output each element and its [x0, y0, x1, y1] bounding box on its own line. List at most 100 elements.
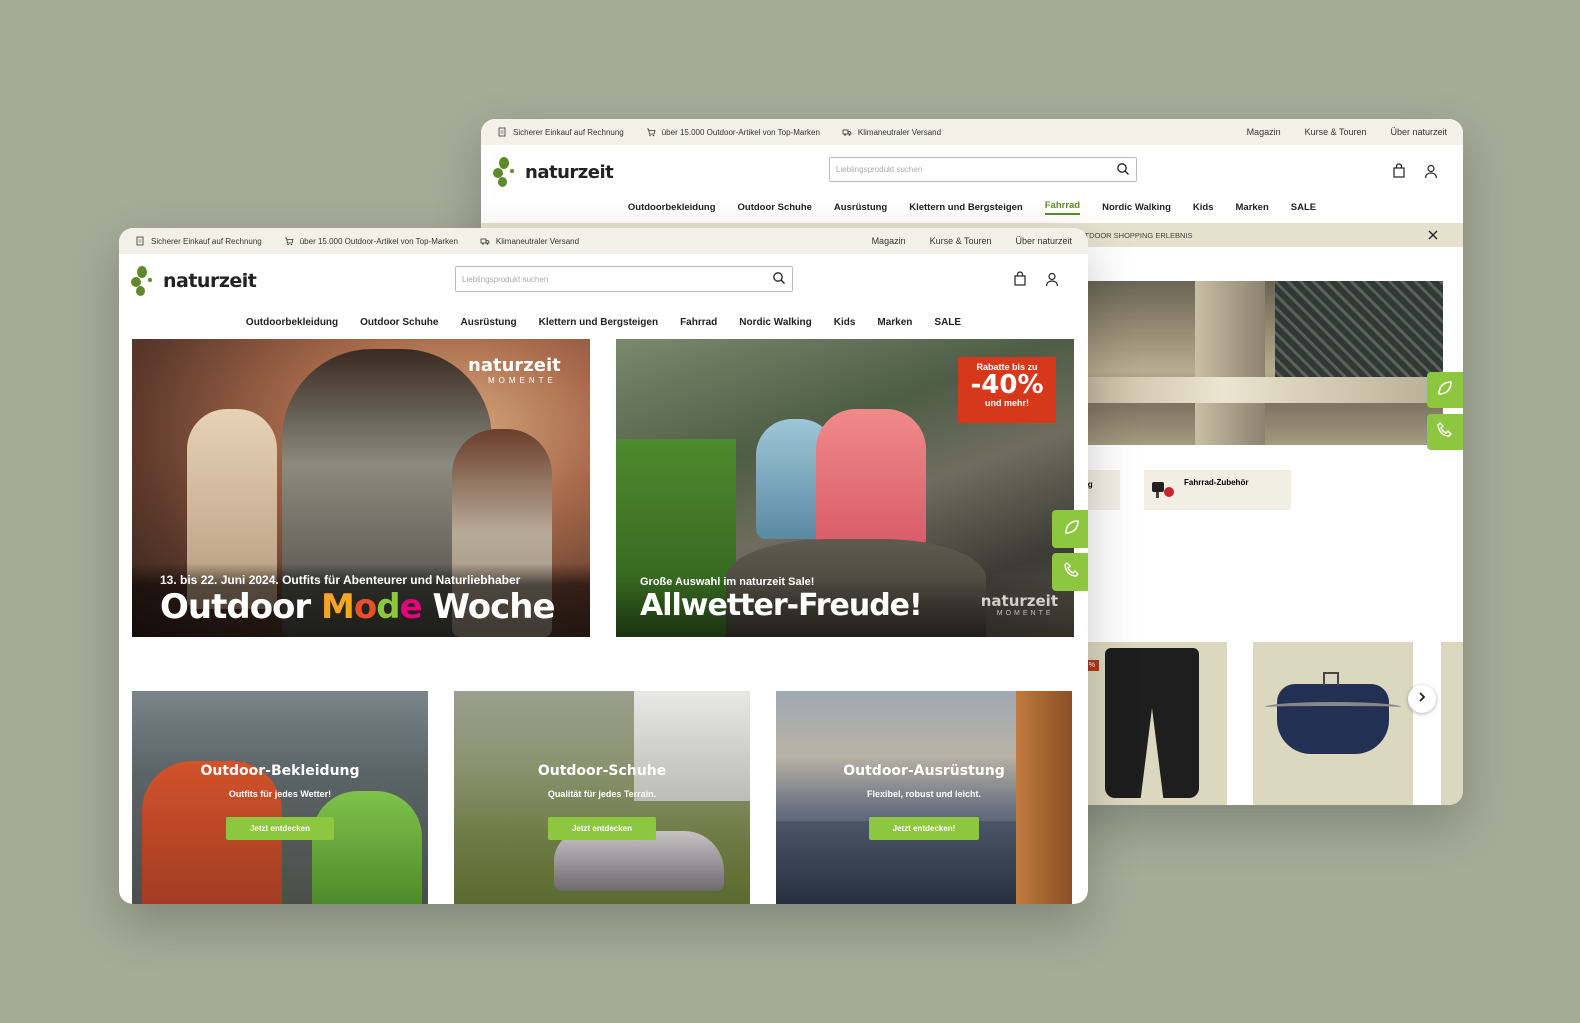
- nav-outdoor-schuhe[interactable]: Outdoor Schuhe: [360, 317, 438, 328]
- tile-outdoor-ausruestung[interactable]: Outdoor-Ausrüstung Flexibel, robust und …: [776, 691, 1072, 904]
- truck-icon: [480, 236, 490, 246]
- tile-subtitle: Flexibel, robust und leicht.: [866, 789, 981, 799]
- meta-link-kurse[interactable]: Kurse & Touren: [1305, 127, 1367, 137]
- hero1-title-m: M: [321, 587, 355, 627]
- tile-subtitle: Outfits für jedes Wetter!: [228, 789, 332, 799]
- nav-outdoorbekleidung[interactable]: Outdoorbekleidung: [628, 202, 716, 213]
- search-icon[interactable]: [772, 271, 786, 287]
- logo-mark-icon: [131, 264, 161, 298]
- nav-klettern[interactable]: Klettern und Bergsteigen: [539, 317, 658, 328]
- close-icon[interactable]: [1427, 229, 1439, 241]
- carousel-next-button[interactable]: [1408, 685, 1436, 713]
- hero1-title-o: o: [353, 587, 377, 627]
- meta-link-kurse[interactable]: Kurse & Touren: [930, 236, 992, 246]
- usp-articles: über 15.000 Outdoor-Artikel von Top-Mark…: [284, 236, 458, 246]
- logo[interactable]: naturzeit: [131, 264, 257, 298]
- usp-invoice: Sicherer Einkauf auf Rechnung: [497, 127, 624, 137]
- user-icon[interactable]: [1044, 271, 1060, 292]
- usp-bar: Sicherer Einkauf auf Rechnung über 15.00…: [481, 119, 1463, 145]
- phone-icon: [1435, 420, 1455, 445]
- front-browser-window: Sicherer Einkauf auf Rechnung über 15.00…: [119, 228, 1088, 904]
- person-pink-image: [816, 409, 926, 549]
- category-accessory-label: Fahrrad-Zubehör: [1184, 478, 1249, 487]
- meta-link-magazin[interactable]: Magazin: [872, 236, 906, 246]
- nav-ausruestung[interactable]: Ausrüstung: [460, 317, 516, 328]
- nav-outdoorbekleidung[interactable]: Outdoorbekleidung: [246, 317, 338, 328]
- usp-articles-text: über 15.000 Outdoor-Artikel von Top-Mark…: [299, 236, 458, 246]
- sale-badge: Rabatte bis zu -40% und mehr!: [958, 357, 1056, 423]
- tile-title: Outdoor-Bekleidung: [200, 763, 360, 779]
- site-header: naturzeit Lieblingsprodukt suchen: [481, 145, 1463, 197]
- nav-marken[interactable]: Marken: [1236, 202, 1269, 213]
- main-nav: Outdoorbekleidung Outdoor Schuhe Ausrüst…: [119, 312, 1088, 332]
- usp-invoice: Sicherer Einkauf auf Rechnung: [135, 236, 262, 246]
- nav-sale[interactable]: SALE: [1291, 202, 1316, 213]
- tile-cta-button[interactable]: Jetzt entdecken: [547, 817, 657, 840]
- nav-klettern[interactable]: Klettern und Bergsteigen: [909, 202, 1023, 213]
- bag-icon[interactable]: [1012, 271, 1028, 292]
- usp-bar: Sicherer Einkauf auf Rechnung über 15.00…: [119, 228, 1088, 254]
- usp-articles-text: über 15.000 Outdoor-Artikel von Top-Mark…: [661, 127, 820, 137]
- tile-cta-button[interactable]: Jetzt entdecken!: [868, 817, 980, 840]
- user-icon[interactable]: [1423, 163, 1439, 184]
- logo-text: naturzeit: [163, 270, 257, 292]
- usp-shipping: Klimaneutraler Versand: [842, 127, 941, 137]
- contact-phone-button[interactable]: [1427, 414, 1463, 450]
- meta-link-about[interactable]: Über naturzeit: [1015, 236, 1072, 246]
- sale-badge-percent: -40%: [970, 370, 1044, 400]
- cycling-shorts-image: [1105, 648, 1199, 798]
- chevron-right-icon: [1416, 690, 1428, 708]
- cart-icon: [646, 127, 656, 137]
- bike-light-icon: [1150, 478, 1176, 500]
- tile-outdoor-bekleidung[interactable]: Outdoor-Bekleidung Outfits für jedes Wet…: [132, 691, 428, 904]
- hero1-title-e: e: [399, 587, 423, 627]
- nav-ausruestung[interactable]: Ausrüstung: [834, 202, 887, 213]
- usp-articles: über 15.000 Outdoor-Artikel von Top-Mark…: [646, 127, 820, 137]
- hero1-title-part-a: Outdoor: [160, 587, 322, 627]
- logo-text: naturzeit: [525, 161, 614, 183]
- hero1-title: Outdoor Mode Woche: [160, 587, 562, 627]
- leaf-icon: [1435, 378, 1455, 403]
- nav-kids[interactable]: Kids: [1193, 202, 1214, 213]
- logo[interactable]: naturzeit: [493, 155, 614, 189]
- contact-phone-button[interactable]: [1052, 553, 1088, 591]
- search-icon[interactable]: [1116, 162, 1130, 178]
- document-icon: [135, 236, 145, 246]
- bag-icon[interactable]: [1391, 163, 1407, 184]
- tile-cta-button[interactable]: Jetzt entdecken: [225, 817, 335, 840]
- tile-title: Outdoor-Ausrüstung: [843, 763, 1005, 779]
- nav-nordic-walking[interactable]: Nordic Walking: [739, 317, 811, 328]
- meta-link-about[interactable]: Über naturzeit: [1390, 127, 1447, 137]
- nav-marken[interactable]: Marken: [877, 317, 912, 328]
- nav-outdoor-schuhe[interactable]: Outdoor Schuhe: [738, 202, 812, 213]
- hero-outdoor-mode-woche[interactable]: naturzeit MOMENTE 13. bis 22. Juni 2024.…: [132, 339, 590, 637]
- main-nav: Outdoorbekleidung Outdoor Schuhe Ausrüst…: [481, 197, 1463, 217]
- tile-outdoor-schuhe[interactable]: Outdoor-Schuhe Qualität für jedes Terrai…: [454, 691, 750, 904]
- search-input[interactable]: Lieblingsprodukt suchen: [829, 157, 1137, 182]
- search-input[interactable]: Lieblingsprodukt suchen: [455, 266, 793, 292]
- category-chip-accessory[interactable]: Fahrrad-Zubehör: [1144, 470, 1291, 510]
- search-placeholder: Lieblingsprodukt suchen: [462, 274, 549, 284]
- hero-allwetter-freude[interactable]: Rabatte bis zu -40% und mehr! naturzeit …: [616, 339, 1074, 637]
- nav-nordic-walking[interactable]: Nordic Walking: [1102, 202, 1171, 213]
- site-header: naturzeit Lieblingsprodukt suchen: [119, 254, 1088, 312]
- meta-link-magazin[interactable]: Magazin: [1247, 127, 1281, 137]
- nav-kids[interactable]: Kids: [834, 317, 856, 328]
- handlebar-bag-image: [1277, 684, 1389, 754]
- feedback-leaf-button[interactable]: [1427, 372, 1463, 408]
- hero2-title: Allwetter-Freude!: [640, 588, 923, 623]
- back-hero-image: [1075, 281, 1443, 445]
- hero2-caption: Große Auswahl im naturzeit Sale! Allwett…: [616, 576, 1074, 637]
- shoe-image: [554, 831, 724, 891]
- truck-icon: [842, 127, 852, 137]
- hero1-caption: 13. bis 22. Juni 2024. Outfits für Abent…: [132, 563, 590, 637]
- product-card-bag[interactable]: [1253, 642, 1413, 805]
- product-card-shorts[interactable]: 35 %: [1075, 642, 1227, 805]
- nav-fahrrad-active[interactable]: Fahrrad: [1044, 200, 1081, 215]
- search-placeholder: Lieblingsprodukt suchen: [836, 165, 923, 174]
- nav-fahrrad[interactable]: Fahrrad: [680, 317, 717, 328]
- nav-sale[interactable]: SALE: [934, 317, 961, 328]
- hero1-title-d: d: [376, 587, 400, 627]
- feedback-leaf-button[interactable]: [1052, 510, 1088, 548]
- leaf-icon: [1062, 517, 1082, 542]
